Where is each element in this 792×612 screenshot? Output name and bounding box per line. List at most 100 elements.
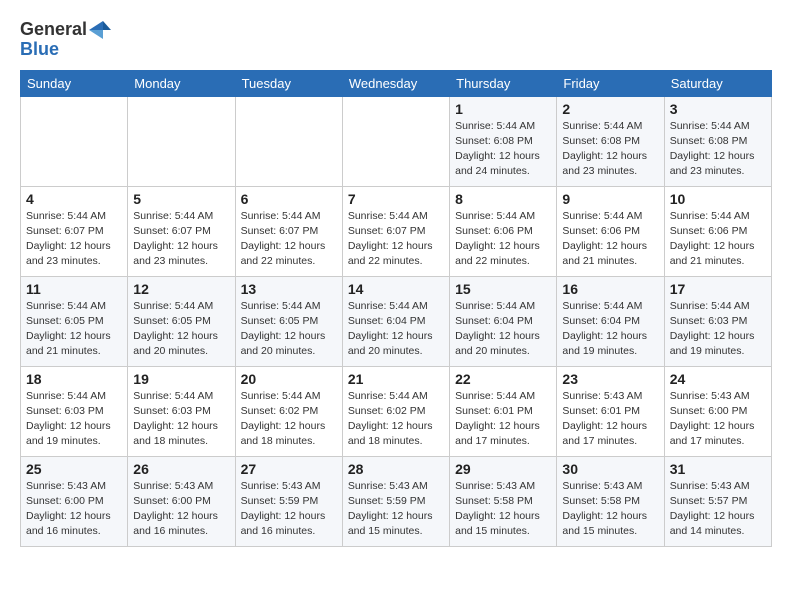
- calendar-week-5: 25 Sunrise: 5:43 AM Sunset: 6:00 PM Dayli…: [21, 456, 772, 546]
- calendar-cell: 11 Sunrise: 5:44 AM Sunset: 6:05 PM Dayli…: [21, 276, 128, 366]
- day-number: 9: [562, 191, 658, 207]
- day-number: 4: [26, 191, 122, 207]
- day-number: 3: [670, 101, 766, 117]
- calendar-cell: 6 Sunrise: 5:44 AM Sunset: 6:07 PM Daylig…: [235, 186, 342, 276]
- day-info: Sunrise: 5:44 AM Sunset: 6:08 PM Dayligh…: [562, 119, 658, 180]
- calendar-cell: 16Sunrise: 5:44 AM Sunset: 6:04 PM Dayli…: [557, 276, 664, 366]
- day-info: Sunrise: 5:44 AM Sunset: 6:07 PM Dayligh…: [26, 209, 122, 270]
- day-info: Sunrise: 5:44 AM Sunset: 6:01 PM Dayligh…: [455, 389, 551, 450]
- day-number: 26: [133, 461, 229, 477]
- calendar-week-3: 11 Sunrise: 5:44 AM Sunset: 6:05 PM Dayli…: [21, 276, 772, 366]
- day-number: 27: [241, 461, 337, 477]
- day-number: 11: [26, 281, 122, 297]
- day-number: 25: [26, 461, 122, 477]
- day-info: Sunrise: 5:44 AM Sunset: 6:02 PM Dayligh…: [348, 389, 444, 450]
- day-number: 1: [455, 101, 551, 117]
- logo-bird-icon: [89, 21, 111, 39]
- day-info: Sunrise: 5:44 AM Sunset: 6:05 PM Dayligh…: [241, 299, 337, 360]
- day-info: Sunrise: 5:43 AM Sunset: 6:00 PM Dayligh…: [670, 389, 766, 450]
- header-friday: Friday: [557, 70, 664, 96]
- calendar-cell: 12 Sunrise: 5:44 AM Sunset: 6:05 PM Dayli…: [128, 276, 235, 366]
- day-info: Sunrise: 5:44 AM Sunset: 6:03 PM Dayligh…: [26, 389, 122, 450]
- day-number: 13: [241, 281, 337, 297]
- calendar-cell: 18 Sunrise: 5:44 AM Sunset: 6:03 PM Dayli…: [21, 366, 128, 456]
- logo[interactable]: GeneralBlue: [20, 20, 111, 60]
- header-sunday: Sunday: [21, 70, 128, 96]
- day-number: 19: [133, 371, 229, 387]
- day-info: Sunrise: 5:44 AM Sunset: 6:07 PM Dayligh…: [348, 209, 444, 270]
- day-info: Sunrise: 5:43 AM Sunset: 5:58 PM Dayligh…: [562, 479, 658, 540]
- calendar-cell: 21Sunrise: 5:44 AM Sunset: 6:02 PM Dayli…: [342, 366, 449, 456]
- day-info: Sunrise: 5:44 AM Sunset: 6:04 PM Dayligh…: [455, 299, 551, 360]
- calendar-cell: 2 Sunrise: 5:44 AM Sunset: 6:08 PM Daylig…: [557, 96, 664, 186]
- day-number: 12: [133, 281, 229, 297]
- day-info: Sunrise: 5:43 AM Sunset: 6:01 PM Dayligh…: [562, 389, 658, 450]
- day-number: 2: [562, 101, 658, 117]
- day-number: 6: [241, 191, 337, 207]
- header-thursday: Thursday: [450, 70, 557, 96]
- day-info: Sunrise: 5:43 AM Sunset: 5:59 PM Dayligh…: [348, 479, 444, 540]
- day-number: 15: [455, 281, 551, 297]
- calendar-cell: 8Sunrise: 5:44 AM Sunset: 6:06 PM Daylig…: [450, 186, 557, 276]
- day-number: 31: [670, 461, 766, 477]
- calendar-cell: 14 Sunrise: 5:44 AM Sunset: 6:04 PM Dayli…: [342, 276, 449, 366]
- calendar-cell: [342, 96, 449, 186]
- calendar-cell: 3Sunrise: 5:44 AM Sunset: 6:08 PM Daylig…: [664, 96, 771, 186]
- day-info: Sunrise: 5:44 AM Sunset: 6:07 PM Dayligh…: [241, 209, 337, 270]
- calendar-table: SundayMondayTuesdayWednesdayThursdayFrid…: [20, 70, 772, 547]
- calendar-cell: 13 Sunrise: 5:44 AM Sunset: 6:05 PM Dayli…: [235, 276, 342, 366]
- header-saturday: Saturday: [664, 70, 771, 96]
- day-number: 18: [26, 371, 122, 387]
- day-number: 23: [562, 371, 658, 387]
- day-info: Sunrise: 5:44 AM Sunset: 6:07 PM Dayligh…: [133, 209, 229, 270]
- calendar-cell: 23 Sunrise: 5:43 AM Sunset: 6:01 PM Dayli…: [557, 366, 664, 456]
- day-info: Sunrise: 5:44 AM Sunset: 6:03 PM Dayligh…: [133, 389, 229, 450]
- day-info: Sunrise: 5:44 AM Sunset: 6:05 PM Dayligh…: [26, 299, 122, 360]
- calendar-cell: 15 Sunrise: 5:44 AM Sunset: 6:04 PM Dayli…: [450, 276, 557, 366]
- day-info: Sunrise: 5:44 AM Sunset: 6:04 PM Dayligh…: [562, 299, 658, 360]
- header-tuesday: Tuesday: [235, 70, 342, 96]
- day-info: Sunrise: 5:44 AM Sunset: 6:06 PM Dayligh…: [562, 209, 658, 270]
- calendar-cell: 27 Sunrise: 5:43 AM Sunset: 5:59 PM Dayli…: [235, 456, 342, 546]
- day-number: 20: [241, 371, 337, 387]
- calendar-cell: 22 Sunrise: 5:44 AM Sunset: 6:01 PM Dayli…: [450, 366, 557, 456]
- day-number: 30: [562, 461, 658, 477]
- day-number: 22: [455, 371, 551, 387]
- day-number: 10: [670, 191, 766, 207]
- header-wednesday: Wednesday: [342, 70, 449, 96]
- day-number: 5: [133, 191, 229, 207]
- day-info: Sunrise: 5:43 AM Sunset: 5:59 PM Dayligh…: [241, 479, 337, 540]
- calendar-cell: 9 Sunrise: 5:44 AM Sunset: 6:06 PM Daylig…: [557, 186, 664, 276]
- day-info: Sunrise: 5:44 AM Sunset: 6:04 PM Dayligh…: [348, 299, 444, 360]
- calendar-cell: 31 Sunrise: 5:43 AM Sunset: 5:57 PM Dayli…: [664, 456, 771, 546]
- calendar-cell: [21, 96, 128, 186]
- day-info: Sunrise: 5:44 AM Sunset: 6:05 PM Dayligh…: [133, 299, 229, 360]
- calendar-cell: 26 Sunrise: 5:43 AM Sunset: 6:00 PM Dayli…: [128, 456, 235, 546]
- calendar-cell: [235, 96, 342, 186]
- day-info: Sunrise: 5:43 AM Sunset: 5:57 PM Dayligh…: [670, 479, 766, 540]
- day-info: Sunrise: 5:43 AM Sunset: 6:00 PM Dayligh…: [26, 479, 122, 540]
- logo-blue-text: Blue: [20, 40, 59, 60]
- day-number: 8: [455, 191, 551, 207]
- header-monday: Monday: [128, 70, 235, 96]
- day-number: 14: [348, 281, 444, 297]
- day-info: Sunrise: 5:44 AM Sunset: 6:03 PM Dayligh…: [670, 299, 766, 360]
- calendar-cell: 28 Sunrise: 5:43 AM Sunset: 5:59 PM Dayli…: [342, 456, 449, 546]
- day-info: Sunrise: 5:44 AM Sunset: 6:08 PM Dayligh…: [455, 119, 551, 180]
- calendar-cell: 5 Sunrise: 5:44 AM Sunset: 6:07 PM Daylig…: [128, 186, 235, 276]
- logo-general-text: General: [20, 20, 87, 40]
- calendar-cell: 4 Sunrise: 5:44 AM Sunset: 6:07 PM Daylig…: [21, 186, 128, 276]
- calendar-week-1: 1 Sunrise: 5:44 AM Sunset: 6:08 PM Daylig…: [21, 96, 772, 186]
- calendar-cell: 10 Sunrise: 5:44 AM Sunset: 6:06 PM Dayli…: [664, 186, 771, 276]
- calendar-cell: 20 Sunrise: 5:44 AM Sunset: 6:02 PM Dayli…: [235, 366, 342, 456]
- day-info: Sunrise: 5:44 AM Sunset: 6:06 PM Dayligh…: [670, 209, 766, 270]
- day-info: Sunrise: 5:43 AM Sunset: 6:00 PM Dayligh…: [133, 479, 229, 540]
- day-number: 28: [348, 461, 444, 477]
- calendar-week-2: 4 Sunrise: 5:44 AM Sunset: 6:07 PM Daylig…: [21, 186, 772, 276]
- calendar-cell: 24Sunrise: 5:43 AM Sunset: 6:00 PM Dayli…: [664, 366, 771, 456]
- day-info: Sunrise: 5:44 AM Sunset: 6:02 PM Dayligh…: [241, 389, 337, 450]
- calendar-cell: 29Sunrise: 5:43 AM Sunset: 5:58 PM Dayli…: [450, 456, 557, 546]
- calendar-cell: 7Sunrise: 5:44 AM Sunset: 6:07 PM Daylig…: [342, 186, 449, 276]
- calendar-cell: [128, 96, 235, 186]
- calendar-cell: 17Sunrise: 5:44 AM Sunset: 6:03 PM Dayli…: [664, 276, 771, 366]
